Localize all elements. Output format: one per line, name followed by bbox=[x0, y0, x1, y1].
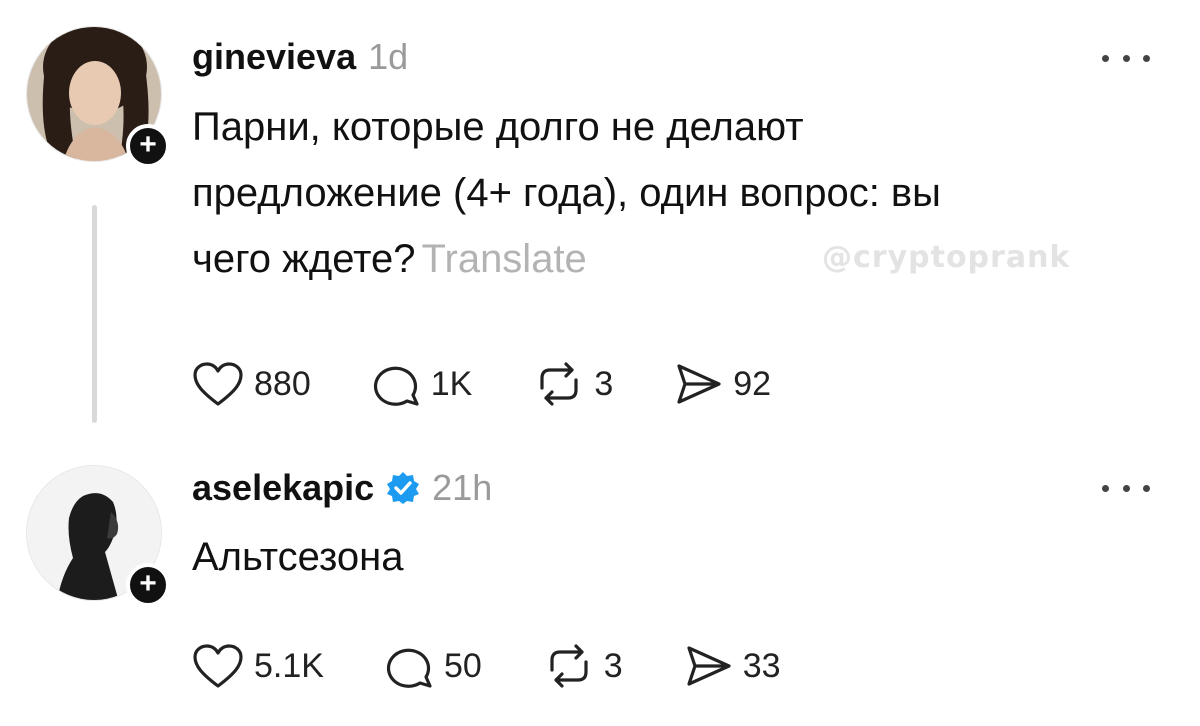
reply-count: 50 bbox=[443, 646, 482, 685]
timestamp: 1d bbox=[368, 36, 409, 77]
username[interactable]: aselekapic bbox=[192, 467, 374, 509]
post-text: Альтсезона bbox=[192, 524, 843, 590]
repost-count: 3 bbox=[594, 364, 614, 403]
follow-button[interactable]: + bbox=[126, 124, 170, 168]
post-content: aselekapic 21h Альтсезона 5.1K 50 3 33 bbox=[192, 466, 843, 696]
translate-link[interactable]: Translate bbox=[422, 237, 587, 281]
repost-button[interactable]: 3 bbox=[534, 362, 613, 406]
username[interactable]: ginevieva bbox=[192, 36, 356, 78]
post-header: aselekapic 21h bbox=[192, 466, 843, 518]
post-text-line: Альтсезона bbox=[192, 535, 404, 579]
verified-badge-icon bbox=[387, 472, 420, 504]
heart-icon bbox=[193, 644, 243, 688]
like-count: 5.1K bbox=[254, 646, 324, 685]
timestamp: 21h bbox=[432, 467, 493, 508]
comment-icon bbox=[386, 648, 432, 688]
share-button[interactable]: 92 bbox=[675, 362, 771, 406]
more-dots-icon[interactable] bbox=[1102, 48, 1150, 68]
like-count: 880 bbox=[254, 364, 311, 403]
post-content: ginevieva 1d Парни, которые долго не дел… bbox=[192, 36, 941, 414]
share-count: 92 bbox=[733, 364, 772, 403]
reply-count: 1K bbox=[430, 364, 473, 403]
like-button[interactable]: 5.1K bbox=[192, 643, 324, 689]
post-text-line: Парни, которые долго не делают bbox=[192, 105, 804, 149]
post-aselekapic: + aselekapic 21h Альтсезона 5.1K 50 3 33 bbox=[0, 440, 1200, 726]
comment-icon bbox=[373, 366, 419, 406]
watermark: @cryptoprank bbox=[822, 240, 1071, 275]
share-button[interactable]: 33 bbox=[685, 644, 781, 688]
action-bar: 880 1K 3 92 bbox=[192, 354, 941, 414]
share-count: 33 bbox=[742, 646, 781, 685]
post-text-line-content: чего ждете? bbox=[192, 237, 416, 281]
repost-icon bbox=[540, 362, 578, 406]
heart-icon bbox=[193, 362, 243, 406]
send-icon bbox=[677, 364, 721, 404]
thread-line bbox=[92, 205, 97, 423]
more-dots-icon[interactable] bbox=[1102, 478, 1150, 498]
avatar-container: + bbox=[26, 26, 170, 168]
avatar-container: + bbox=[26, 465, 170, 607]
post-ginevieva: + ginevieva 1d Парни, которые долго не д… bbox=[0, 0, 1200, 440]
reply-button[interactable]: 1K bbox=[373, 361, 473, 407]
follow-button[interactable]: + bbox=[126, 563, 170, 607]
repost-button[interactable]: 3 bbox=[544, 644, 623, 688]
repost-icon bbox=[550, 644, 588, 688]
post-text-line: предложение (4+ года), один вопрос: вы bbox=[192, 171, 941, 215]
post-header: ginevieva 1d bbox=[192, 36, 941, 88]
action-bar: 5.1K 50 3 33 bbox=[192, 636, 843, 696]
reply-button[interactable]: 50 bbox=[386, 643, 482, 689]
send-icon bbox=[687, 646, 731, 686]
repost-count: 3 bbox=[603, 646, 623, 685]
like-button[interactable]: 880 bbox=[192, 361, 311, 407]
